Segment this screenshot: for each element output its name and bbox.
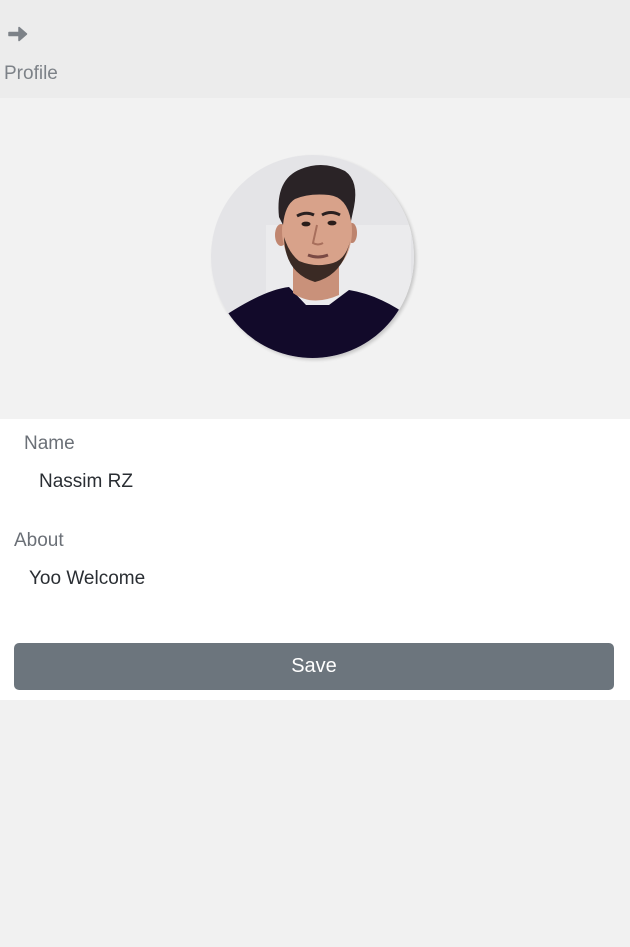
page-title: Profile xyxy=(4,63,58,84)
avatar[interactable] xyxy=(211,155,414,358)
about-input[interactable] xyxy=(29,566,599,592)
name-input[interactable] xyxy=(39,469,599,495)
about-label: About xyxy=(14,530,64,551)
back-button[interactable] xyxy=(6,22,30,46)
profile-form: Name About Save xyxy=(0,419,630,700)
top-bar: Profile xyxy=(0,0,630,98)
arrow-right-icon xyxy=(8,26,28,42)
name-label: Name xyxy=(24,433,75,454)
save-button[interactable]: Save xyxy=(14,643,614,690)
avatar-section xyxy=(0,98,630,419)
